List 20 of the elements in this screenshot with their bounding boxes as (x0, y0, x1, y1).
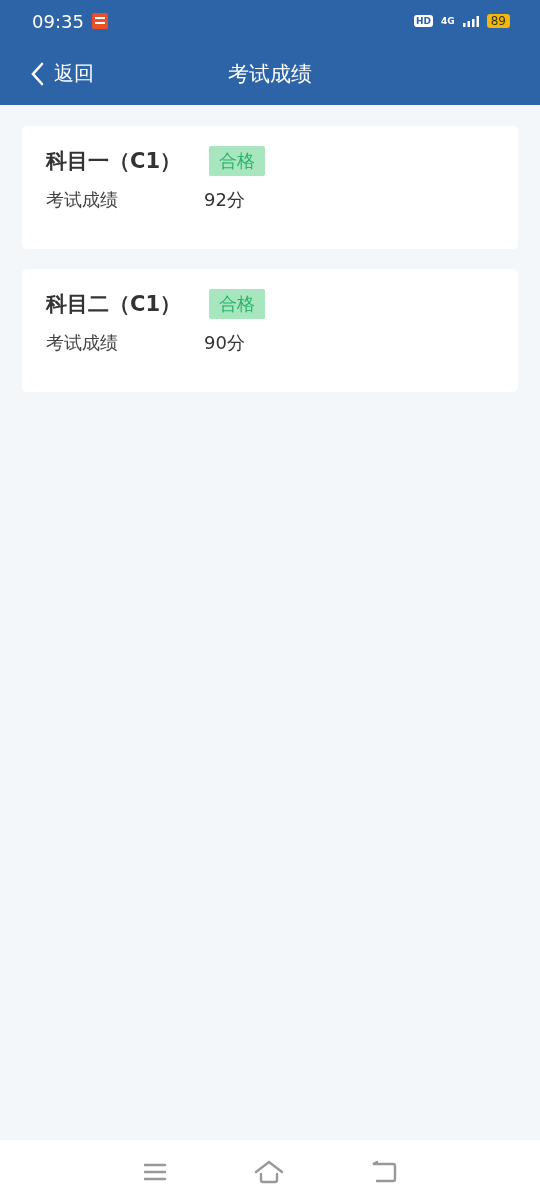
pass-tag: 合格 (209, 146, 265, 176)
score-value: 90分 (204, 331, 245, 355)
page-title: 考试成绩 (228, 60, 312, 88)
score-value: 92分 (204, 188, 245, 212)
network-label: 4G (441, 16, 455, 26)
score-label: 考试成绩 (46, 331, 119, 355)
subject-title: 科目二（C1） (46, 291, 183, 318)
back-icon[interactable] (370, 1160, 397, 1184)
back-button[interactable]: 返回 (30, 60, 94, 87)
menu-icon[interactable] (143, 1162, 168, 1182)
signal-icon (462, 15, 479, 27)
home-icon[interactable] (254, 1160, 284, 1184)
back-chevron-icon (30, 61, 44, 86)
app-notification-icon (91, 13, 108, 29)
subject-title: 科目一（C1） (46, 148, 183, 175)
score-label: 考试成绩 (46, 188, 119, 212)
status-time: 09:35 (32, 10, 84, 32)
battery-level: 89 (486, 14, 510, 28)
hd-badge: HD (414, 15, 434, 27)
pass-tag: 合格 (209, 289, 265, 319)
